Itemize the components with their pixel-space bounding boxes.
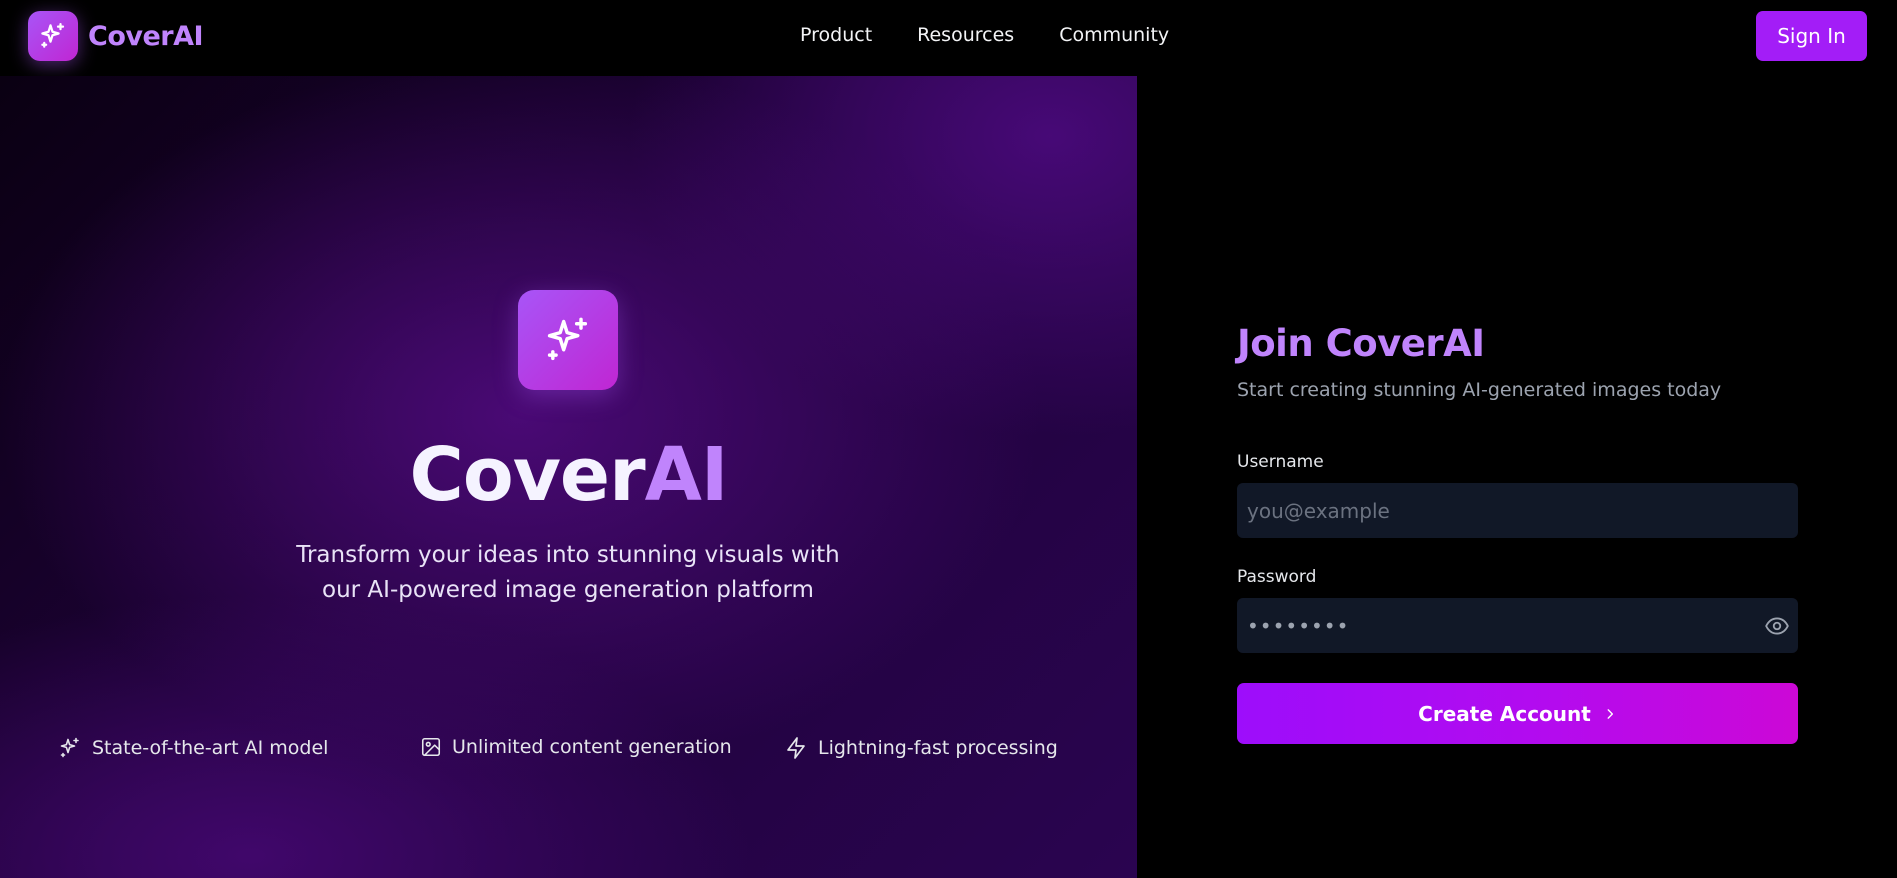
password-input[interactable]: ••••••••	[1237, 598, 1798, 653]
hero-subtitle-line2: our AI-powered image generation platform	[322, 577, 814, 603]
create-account-label: Create Account	[1418, 701, 1591, 726]
nav-item-resources[interactable]: Resources	[917, 24, 1014, 46]
feature-item: Unlimited content generation	[420, 736, 732, 758]
create-account-button[interactable]: Create Account	[1237, 683, 1798, 744]
nav-item-product[interactable]: Product	[800, 24, 872, 46]
hero-panel: CoverAI Transform your ideas into stunni…	[0, 76, 1137, 878]
password-label: Password	[1237, 567, 1317, 587]
brand-name: CoverAI	[88, 20, 204, 52]
sparkles-icon	[518, 290, 618, 390]
lightning-icon	[787, 737, 805, 759]
password-value: ••••••••	[1247, 613, 1350, 638]
feature-label: Lightning-fast processing	[818, 737, 1058, 759]
form-subtitle: Start creating stunning AI-generated ima…	[1237, 379, 1722, 401]
chevron-right-icon	[1607, 708, 1613, 719]
feature-item: Lightning-fast processing	[784, 736, 1058, 760]
sparkles-icon	[60, 737, 79, 758]
form-title: Join CoverAI	[1237, 322, 1485, 365]
hero-subtitle: Transform your ideas into stunning visua…	[268, 538, 868, 608]
sparkles-icon	[28, 11, 78, 61]
username-label: Username	[1237, 452, 1324, 472]
feature-label: State-of-the-art AI model	[92, 737, 329, 759]
brand-logo[interactable]: CoverAI	[28, 11, 204, 61]
feature-label: Unlimited content generation	[452, 736, 732, 758]
username-input[interactable]: you@example	[1237, 483, 1798, 538]
top-navbar: CoverAI Product Resources Community Sign…	[0, 0, 1897, 76]
signup-form: Join CoverAI Start creating stunning AI-…	[1237, 322, 1798, 744]
nav-item-community[interactable]: Community	[1059, 24, 1169, 46]
hero-subtitle-line1: Transform your ideas into stunning visua…	[296, 542, 840, 568]
hero-title-part2: AI	[644, 432, 729, 518]
feature-item: State-of-the-art AI model	[58, 736, 328, 760]
image-icon	[421, 737, 441, 757]
hero-title-part1: Cover	[409, 432, 646, 518]
hero-title: CoverAI	[0, 432, 1137, 518]
main-nav: Product Resources Community	[800, 24, 1214, 46]
eye-icon[interactable]	[1764, 613, 1790, 644]
sign-in-button[interactable]: Sign In	[1756, 11, 1867, 61]
